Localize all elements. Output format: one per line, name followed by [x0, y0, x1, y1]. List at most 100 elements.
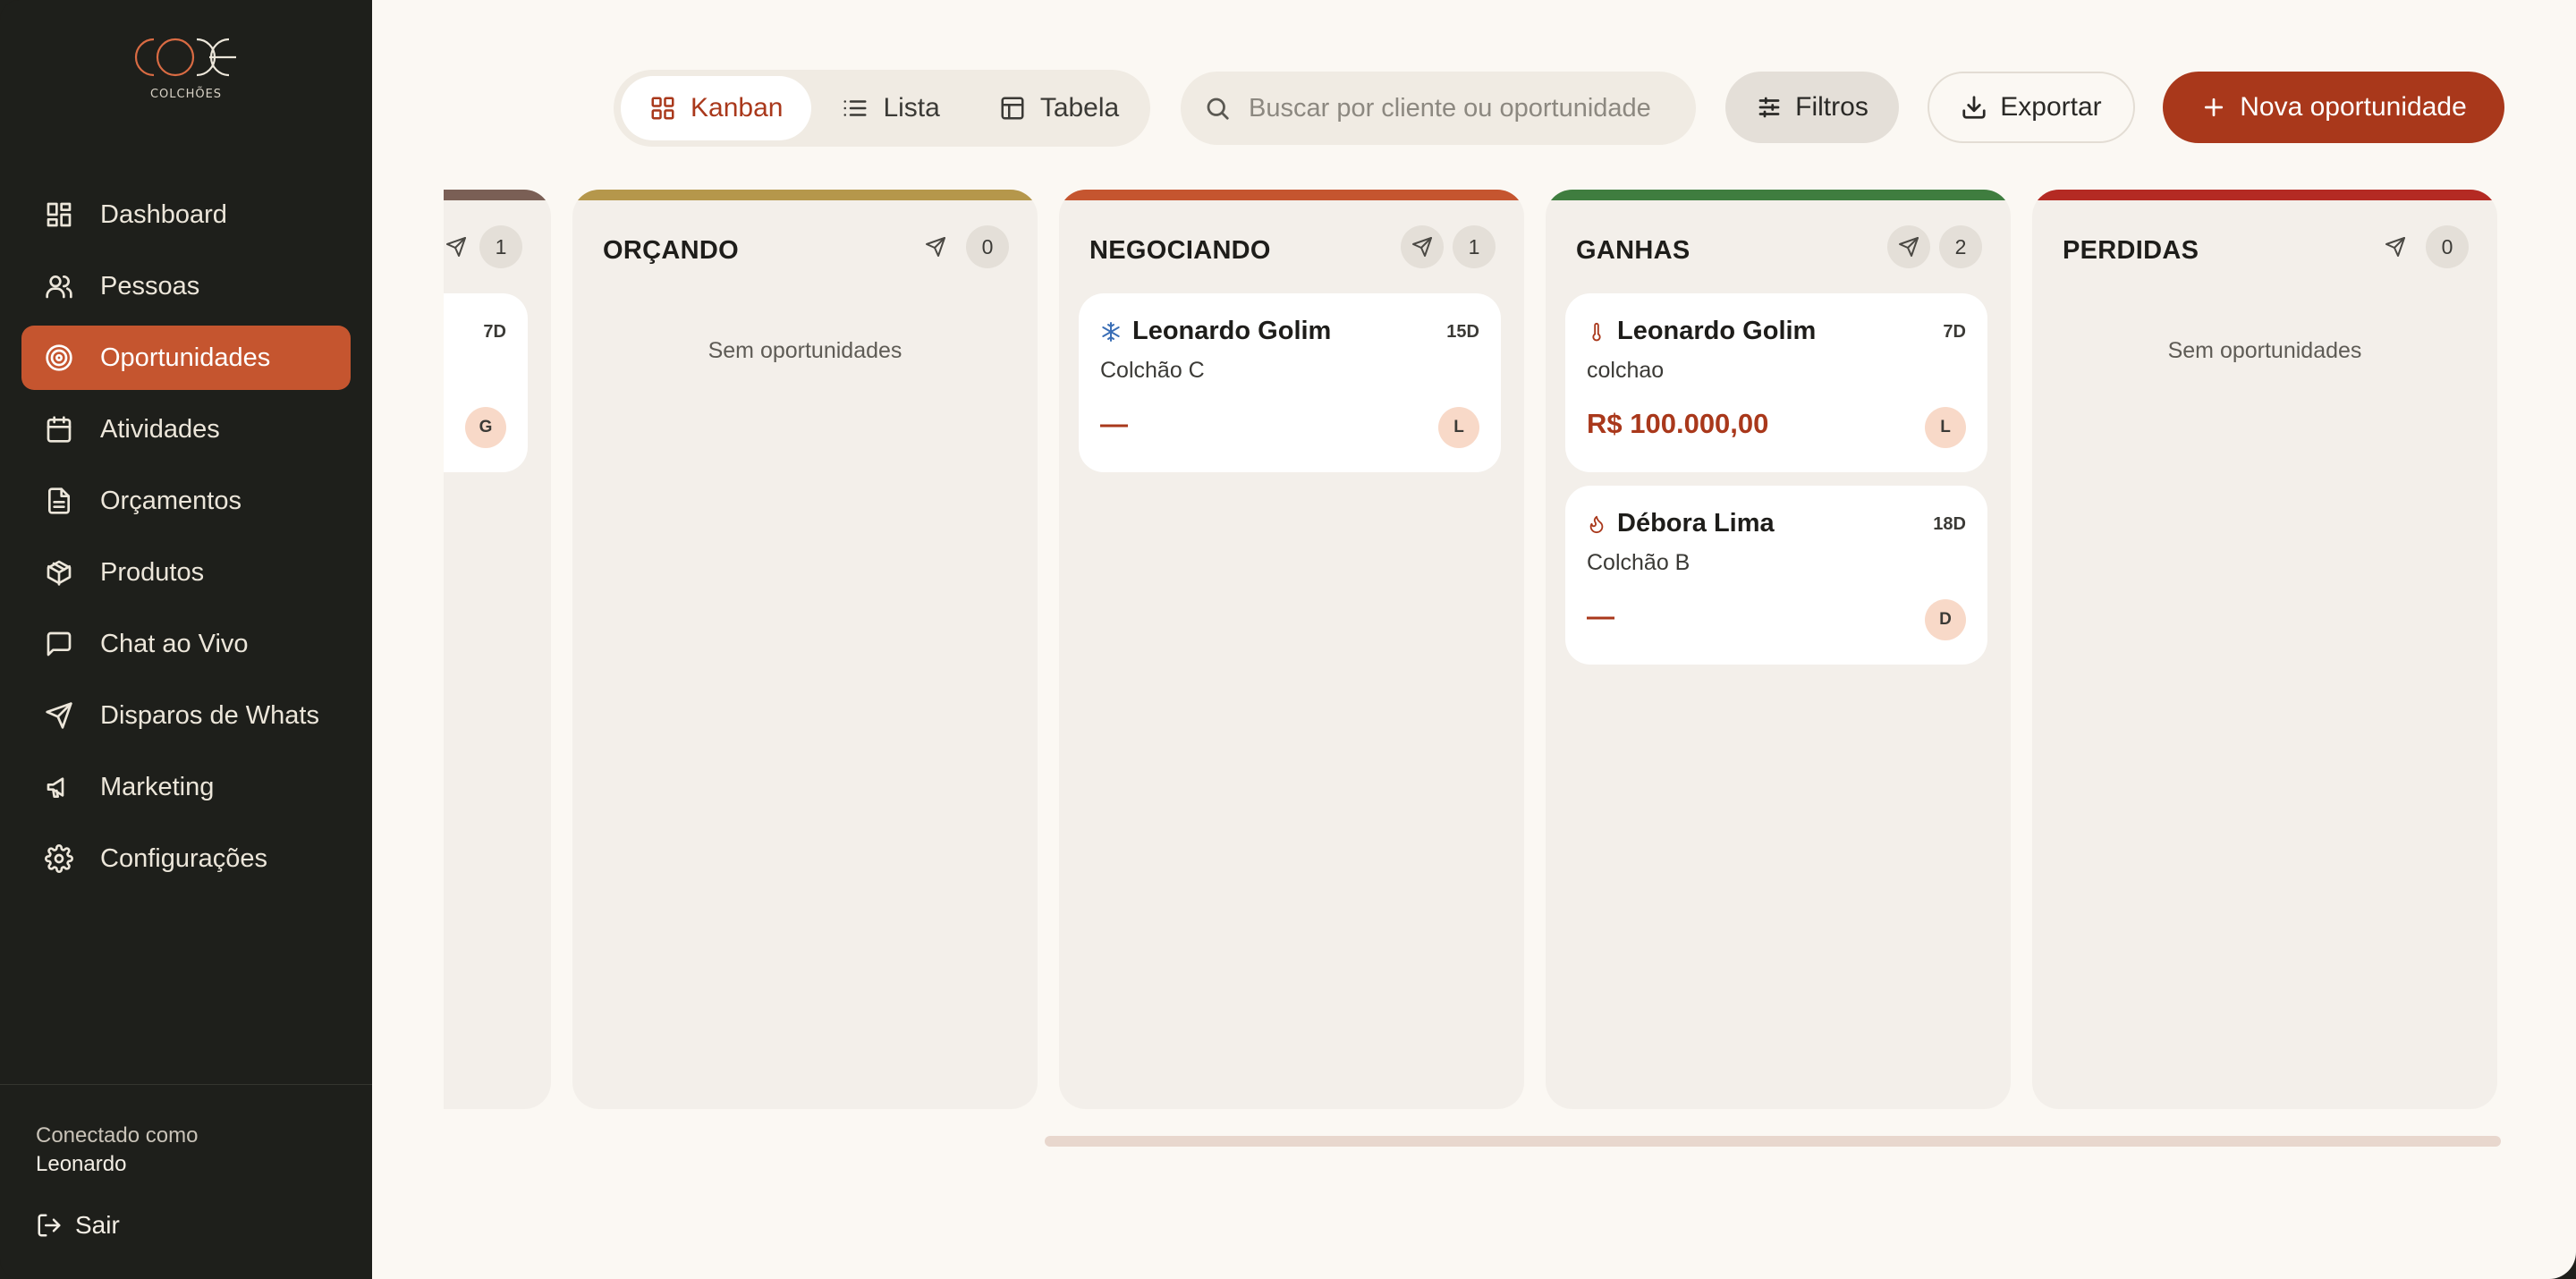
column-send-button[interactable]	[914, 225, 957, 268]
new-opportunity-button[interactable]: Nova oportunidade	[2163, 72, 2504, 143]
opportunity-card[interactable]: 7D G	[444, 293, 528, 472]
opportunity-card[interactable]: Leonardo Golim 7D colchao R$ 100.000,00 …	[1565, 293, 1987, 472]
column-send-button[interactable]	[444, 225, 478, 268]
send-icon	[1412, 237, 1432, 257]
box-icon	[43, 556, 75, 589]
sidebar-item-label: Configurações	[100, 843, 267, 873]
filters-button[interactable]: Filtros	[1725, 72, 1899, 143]
empty-state-text: Sem oportunidades	[708, 338, 902, 363]
sidebar-item-label: Marketing	[100, 772, 215, 801]
sidebar-item-label: Orçamentos	[100, 486, 242, 515]
logout-button[interactable]: Sair	[36, 1211, 120, 1240]
view-lista-label: Lista	[883, 93, 940, 123]
card-days: 7D	[483, 322, 506, 342]
plus-icon	[2205, 97, 2224, 117]
thermometer-icon	[1587, 321, 1606, 343]
document-icon	[43, 485, 75, 517]
search-input[interactable]	[1249, 93, 1669, 123]
sidebar-item-label: Atividades	[100, 414, 220, 444]
card-days: 7D	[1943, 322, 1966, 342]
brand-logo[interactable]: COLCHÕES	[106, 30, 267, 116]
kanban-column-orcando: ORÇANDO 0 Sem oportunidades	[572, 190, 1038, 1109]
column-count-badge: 1	[1453, 225, 1496, 268]
send-icon	[446, 237, 466, 257]
column-send-button[interactable]	[2374, 225, 2417, 268]
logout-icon	[38, 1214, 61, 1237]
column-count-badge: 0	[2426, 225, 2469, 268]
sidebar-item-dashboard[interactable]: Dashboard	[21, 182, 351, 247]
grid-icon	[651, 97, 674, 120]
view-lista-button[interactable]: Lista	[813, 76, 968, 140]
sidebar-item-label: Disparos de Whats	[100, 700, 319, 730]
logout-label: Sair	[75, 1211, 120, 1239]
kanban-column-ganhas: GANHAS 2 Leonardo Golim 7D colchao R$ 10…	[1546, 190, 2011, 1109]
sidebar-item-marketing[interactable]: Marketing	[21, 755, 351, 819]
list-icon	[843, 100, 867, 116]
sidebar-item-label: Chat ao Vivo	[100, 629, 249, 658]
avatar: G	[465, 407, 506, 448]
main-content: Kanban Lista Tabela Filtros Exportar	[372, 0, 2576, 1279]
card-client-name: Leonardo Golim	[1132, 317, 1332, 345]
sidebar-item-produtos[interactable]: Produtos	[21, 540, 351, 605]
sidebar-item-label: Oportunidades	[100, 343, 271, 372]
column-color-bar	[444, 190, 551, 200]
horizontal-scrollbar[interactable]	[1045, 1136, 2501, 1147]
card-product: Colchão C	[1100, 358, 1205, 383]
column-title: GANHAS	[1576, 236, 1690, 265]
column-send-button[interactable]	[1887, 225, 1930, 268]
chat-icon	[43, 628, 75, 660]
card-client-name: Leonardo Golim	[1617, 317, 1817, 345]
kanban-column-partial: 1 7D G	[444, 190, 551, 1109]
target-icon	[43, 342, 75, 374]
column-title: ORÇANDO	[603, 236, 739, 265]
card-client: Leonardo Golim	[1100, 317, 1331, 346]
column-color-bar	[1546, 190, 2011, 200]
card-client: Débora Lima	[1587, 509, 1775, 538]
dashboard-icon	[43, 199, 75, 231]
gear-icon	[43, 843, 75, 875]
column-title: PERDIDAS	[2063, 236, 2199, 265]
column-title: NEGOCIANDO	[1089, 236, 1271, 265]
column-count-badge: 1	[479, 225, 522, 268]
view-tabela-button[interactable]: Tabela	[970, 76, 1148, 140]
filters-label: Filtros	[1795, 92, 1868, 122]
empty-state-text: Sem oportunidades	[2167, 338, 2362, 363]
card-days: 15D	[1446, 322, 1479, 342]
column-color-bar	[1059, 190, 1524, 200]
sidebar-item-oportunidades[interactable]: Oportunidades	[21, 326, 351, 390]
avatar: L	[1438, 407, 1479, 448]
card-value: R$ 100.000,00	[1587, 408, 1769, 439]
export-button[interactable]: Exportar	[1928, 72, 2135, 143]
kanban-board[interactable]: 1 7D G ORÇANDO 0 Sem oportunidades NEGOC…	[444, 190, 2515, 1111]
view-kanban-label: Kanban	[691, 93, 784, 123]
opportunity-card[interactable]: Leonardo Golim 15D Colchão C — L	[1079, 293, 1501, 472]
card-product: Colchão B	[1587, 550, 1690, 575]
kanban-column-perdidas: PERDIDAS 0 Sem oportunidades	[2032, 190, 2497, 1109]
sidebar-item-disparos[interactable]: Disparos de Whats	[21, 683, 351, 748]
sidebar-item-orcamentos[interactable]: Orçamentos	[21, 469, 351, 533]
sidebar-item-configuracoes[interactable]: Configurações	[21, 826, 351, 891]
view-kanban-button[interactable]: Kanban	[621, 76, 812, 140]
sidebar-item-chat[interactable]: Chat ao Vivo	[21, 612, 351, 676]
snowflake-icon	[1100, 321, 1122, 343]
opportunity-card[interactable]: Débora Lima 18D Colchão B — D	[1565, 486, 1987, 665]
kanban-column-negociando: NEGOCIANDO 1 Leonardo Golim 15D Colchão …	[1059, 190, 1524, 1109]
column-send-button[interactable]	[1401, 225, 1444, 268]
avatar: D	[1925, 599, 1966, 640]
card-days: 18D	[1933, 514, 1966, 534]
view-tabela-label: Tabela	[1039, 93, 1120, 123]
new-opportunity-label: Nova oportunidade	[2240, 92, 2467, 122]
sidebar-item-pessoas[interactable]: Pessoas	[21, 254, 351, 318]
search-icon	[1207, 97, 1229, 120]
sidebar-item-label: Pessoas	[100, 271, 200, 301]
sidebar-divider	[0, 1084, 372, 1085]
card-value: —	[1587, 600, 1614, 631]
column-color-bar	[2032, 190, 2497, 200]
download-icon	[1962, 96, 1986, 119]
column-count-badge: 2	[1939, 225, 1982, 268]
connected-user-name: Leonardo	[36, 1152, 127, 1176]
card-client-name: Débora Lima	[1617, 509, 1775, 538]
card-value: —	[1100, 408, 1128, 439]
sidebar-item-atividades[interactable]: Atividades	[21, 397, 351, 462]
table-icon	[1001, 97, 1024, 120]
